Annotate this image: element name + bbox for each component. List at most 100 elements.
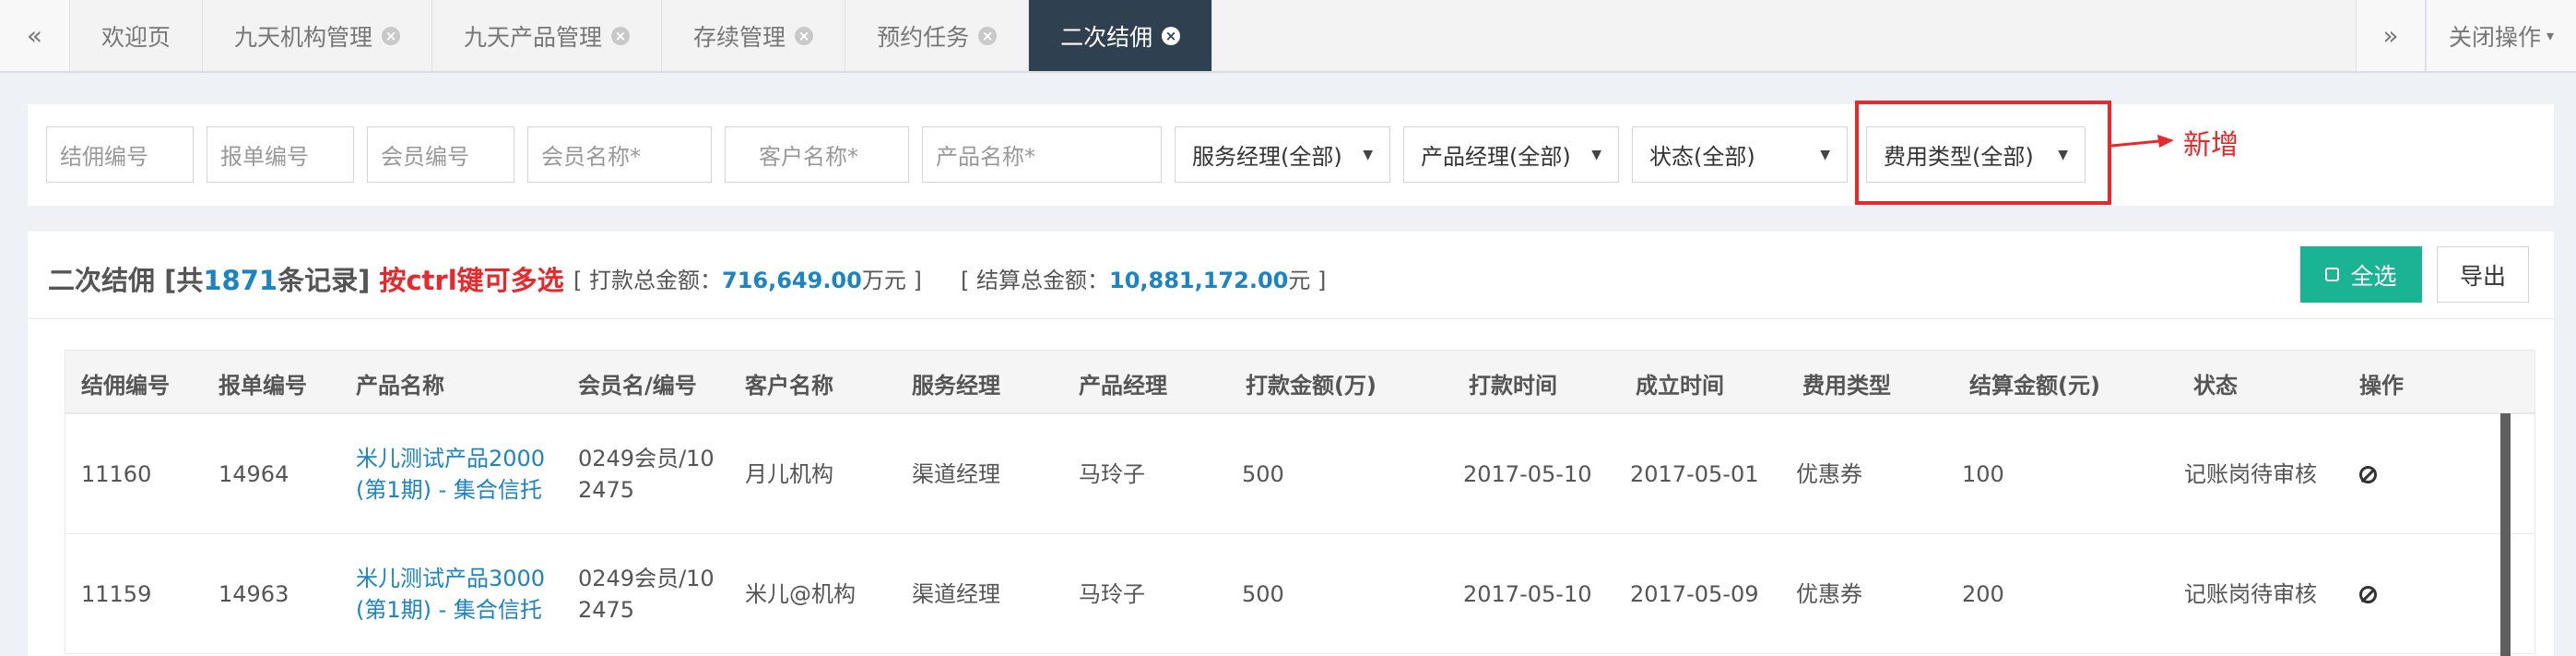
- column-header[interactable]: 状态: [2193, 351, 2238, 415]
- tab-scroll-right-button[interactable]: »: [2355, 0, 2426, 71]
- fee-type-cell: 优惠券: [1796, 461, 1862, 487]
- tab-secondary-commission[interactable]: 二次结佣 ×: [1029, 0, 1213, 71]
- action-cell: [2359, 534, 2377, 654]
- tab-welcome[interactable]: 欢迎页: [70, 0, 204, 71]
- tab-label: 九天产品管理: [464, 23, 603, 51]
- column-header[interactable]: 费用类型: [1802, 351, 1891, 415]
- customer-name-input[interactable]: 客户名称*: [725, 126, 909, 183]
- column-header[interactable]: 打款金额(万): [1246, 351, 1377, 415]
- tab-label: 预约任务: [877, 23, 970, 51]
- select-value: 服务经理(全部): [1192, 144, 1342, 170]
- service-manager-cell: 渠道经理: [912, 581, 1000, 607]
- tab-label: 存续管理: [693, 23, 786, 51]
- commission-no-input[interactable]: 结佣编号: [46, 126, 194, 183]
- caret-down-icon: ▼: [1363, 147, 1373, 162]
- report-no-input[interactable]: 报单编号: [207, 126, 354, 183]
- close-operations-dropdown[interactable]: 关闭操作 ▾: [2425, 0, 2576, 71]
- tab-bar: « 欢迎页 九天机构管理 × 九天产品管理 × 存续管理 × 预约任务 × 二次…: [0, 0, 2576, 73]
- commission-no-cell: 11160: [81, 461, 152, 487]
- product-name-link[interactable]: 米儿测试产品2000 (第1期) - 集合信托: [356, 414, 545, 534]
- column-header[interactable]: 报单编号: [219, 351, 307, 415]
- tab-label: 九天机构管理: [234, 23, 373, 51]
- total-settlement-summary: [ 结算总金额：10,881,172.00元 ]: [961, 262, 1326, 294]
- member-name-input[interactable]: 会员名称*: [527, 126, 712, 183]
- caret-down-icon: ▾: [2546, 27, 2554, 44]
- arrow-right-icon: [2111, 135, 2174, 148]
- product-name-input[interactable]: 产品名称*: [922, 126, 1162, 183]
- member-cell: 0249会员/10 2475: [578, 534, 715, 654]
- title-prefix: 二次结佣 [共: [48, 265, 204, 296]
- tab-label: 欢迎页: [101, 23, 171, 51]
- total-settlement-unit: 元 ]: [1288, 268, 1327, 293]
- column-header[interactable]: 客户名称: [745, 351, 833, 415]
- action-cell: [2359, 414, 2377, 534]
- close-icon[interactable]: ×: [978, 26, 998, 45]
- column-header[interactable]: 结佣编号: [81, 351, 170, 415]
- column-header[interactable]: 会员名/编号: [578, 351, 697, 415]
- select-value: 产品经理(全部): [1421, 144, 1571, 170]
- title-suffix: 条记录]: [278, 265, 371, 296]
- product-name-link[interactable]: 米儿测试产品3000 (第1期) - 集合信托: [356, 534, 545, 654]
- pay-amount-cell: 500: [1242, 581, 1284, 607]
- tab-duration-management[interactable]: 存续管理 ×: [662, 0, 846, 71]
- checkbox-icon: [2325, 268, 2340, 281]
- column-header[interactable]: 产品经理: [1079, 351, 1167, 415]
- table-scrollbar[interactable]: [2500, 413, 2511, 656]
- select-all-button[interactable]: 全选: [2300, 246, 2422, 303]
- member-no-input[interactable]: 会员编号: [367, 126, 514, 183]
- table-row[interactable]: 11160 14964 米儿测试产品2000 (第1期) - 集合信托 0249…: [65, 414, 2535, 534]
- total-settlement-label: [ 结算总金额：: [961, 268, 1109, 293]
- tab-org-management[interactable]: 九天机构管理 ×: [203, 0, 433, 71]
- close-operations-label: 关闭操作: [2448, 23, 2541, 51]
- new-field-highlight: [1855, 101, 2111, 205]
- product-name-line: 米儿测试产品3000: [356, 566, 546, 591]
- tab-product-management[interactable]: 九天产品管理 ×: [432, 0, 663, 71]
- member-line: 0249会员/10: [578, 566, 715, 591]
- settle-amount-cell: 200: [1962, 581, 2004, 607]
- page-title: 二次结佣 [共1871条记录] 按ctrl键可多选: [48, 259, 564, 298]
- close-icon[interactable]: ×: [795, 26, 814, 45]
- product-name-line: (第1期) - 集合信托: [356, 597, 542, 623]
- total-settlement-value: 10,881,172.00: [1109, 268, 1289, 293]
- total-payment-unit: 万元 ]: [861, 268, 922, 293]
- column-header[interactable]: 产品名称: [356, 351, 444, 415]
- filter-panel: 结佣编号 报单编号 会员编号 会员名称* 客户名称* 产品名称* 服务经理(全部…: [28, 104, 2554, 206]
- column-header[interactable]: 结算金额(元): [1969, 351, 2100, 415]
- tab-reservation-tasks[interactable]: 预约任务 ×: [845, 0, 1030, 71]
- column-header[interactable]: 操作: [2359, 351, 2404, 415]
- commission-no-cell: 11159: [81, 581, 152, 607]
- service-manager-select[interactable]: 服务经理(全部) ▼: [1175, 126, 1390, 183]
- ban-icon[interactable]: [2359, 585, 2377, 603]
- column-header[interactable]: 成立时间: [1636, 351, 1724, 415]
- member-line: 0249会员/10: [578, 446, 715, 471]
- service-manager-cell: 渠道经理: [912, 461, 1000, 487]
- tab-label: 二次结佣: [1060, 23, 1153, 51]
- setup-date-cell: 2017-05-01: [1630, 461, 1759, 487]
- status-cell: 记账岗待审核: [2184, 461, 2317, 487]
- tab-scroll-left-button[interactable]: «: [0, 0, 70, 71]
- table-row[interactable]: 11159 14963 米儿测试产品3000 (第1期) - 集合信托 0249…: [65, 534, 2535, 654]
- close-icon[interactable]: ×: [611, 26, 631, 45]
- select-value: 状态(全部): [1649, 144, 1755, 170]
- pay-date-cell: 2017-05-10: [1463, 581, 1592, 607]
- caret-down-icon: ▼: [1591, 147, 1601, 162]
- pay-amount-cell: 500: [1242, 461, 1284, 487]
- column-header[interactable]: 打款时间: [1469, 351, 1557, 415]
- total-payment-summary: [ 打款总金额：716,649.00万元 ]: [573, 262, 922, 294]
- record-count: 1871: [203, 265, 278, 296]
- pay-date-cell: 2017-05-10: [1463, 461, 1592, 487]
- product-manager-cell: 马玲子: [1079, 461, 1145, 487]
- export-button[interactable]: 导出: [2437, 246, 2529, 303]
- member-line: 2475: [578, 477, 635, 503]
- total-payment-value: 716,649.00: [722, 268, 862, 293]
- product-manager-cell: 马玲子: [1079, 581, 1145, 607]
- close-icon[interactable]: ×: [382, 26, 401, 45]
- status-select[interactable]: 状态(全部) ▼: [1632, 126, 1848, 183]
- close-icon[interactable]: ×: [1162, 26, 1181, 45]
- ban-icon[interactable]: [2359, 465, 2377, 483]
- customer-cell: 月儿机构: [745, 461, 833, 487]
- table-header: 结佣编号 报单编号 产品名称 会员名/编号 客户名称 服务经理 产品经理 打款金…: [65, 350, 2535, 414]
- column-header[interactable]: 服务经理: [912, 351, 1000, 415]
- member-cell: 0249会员/10 2475: [578, 414, 715, 534]
- product-manager-select[interactable]: 产品经理(全部) ▼: [1403, 126, 1619, 183]
